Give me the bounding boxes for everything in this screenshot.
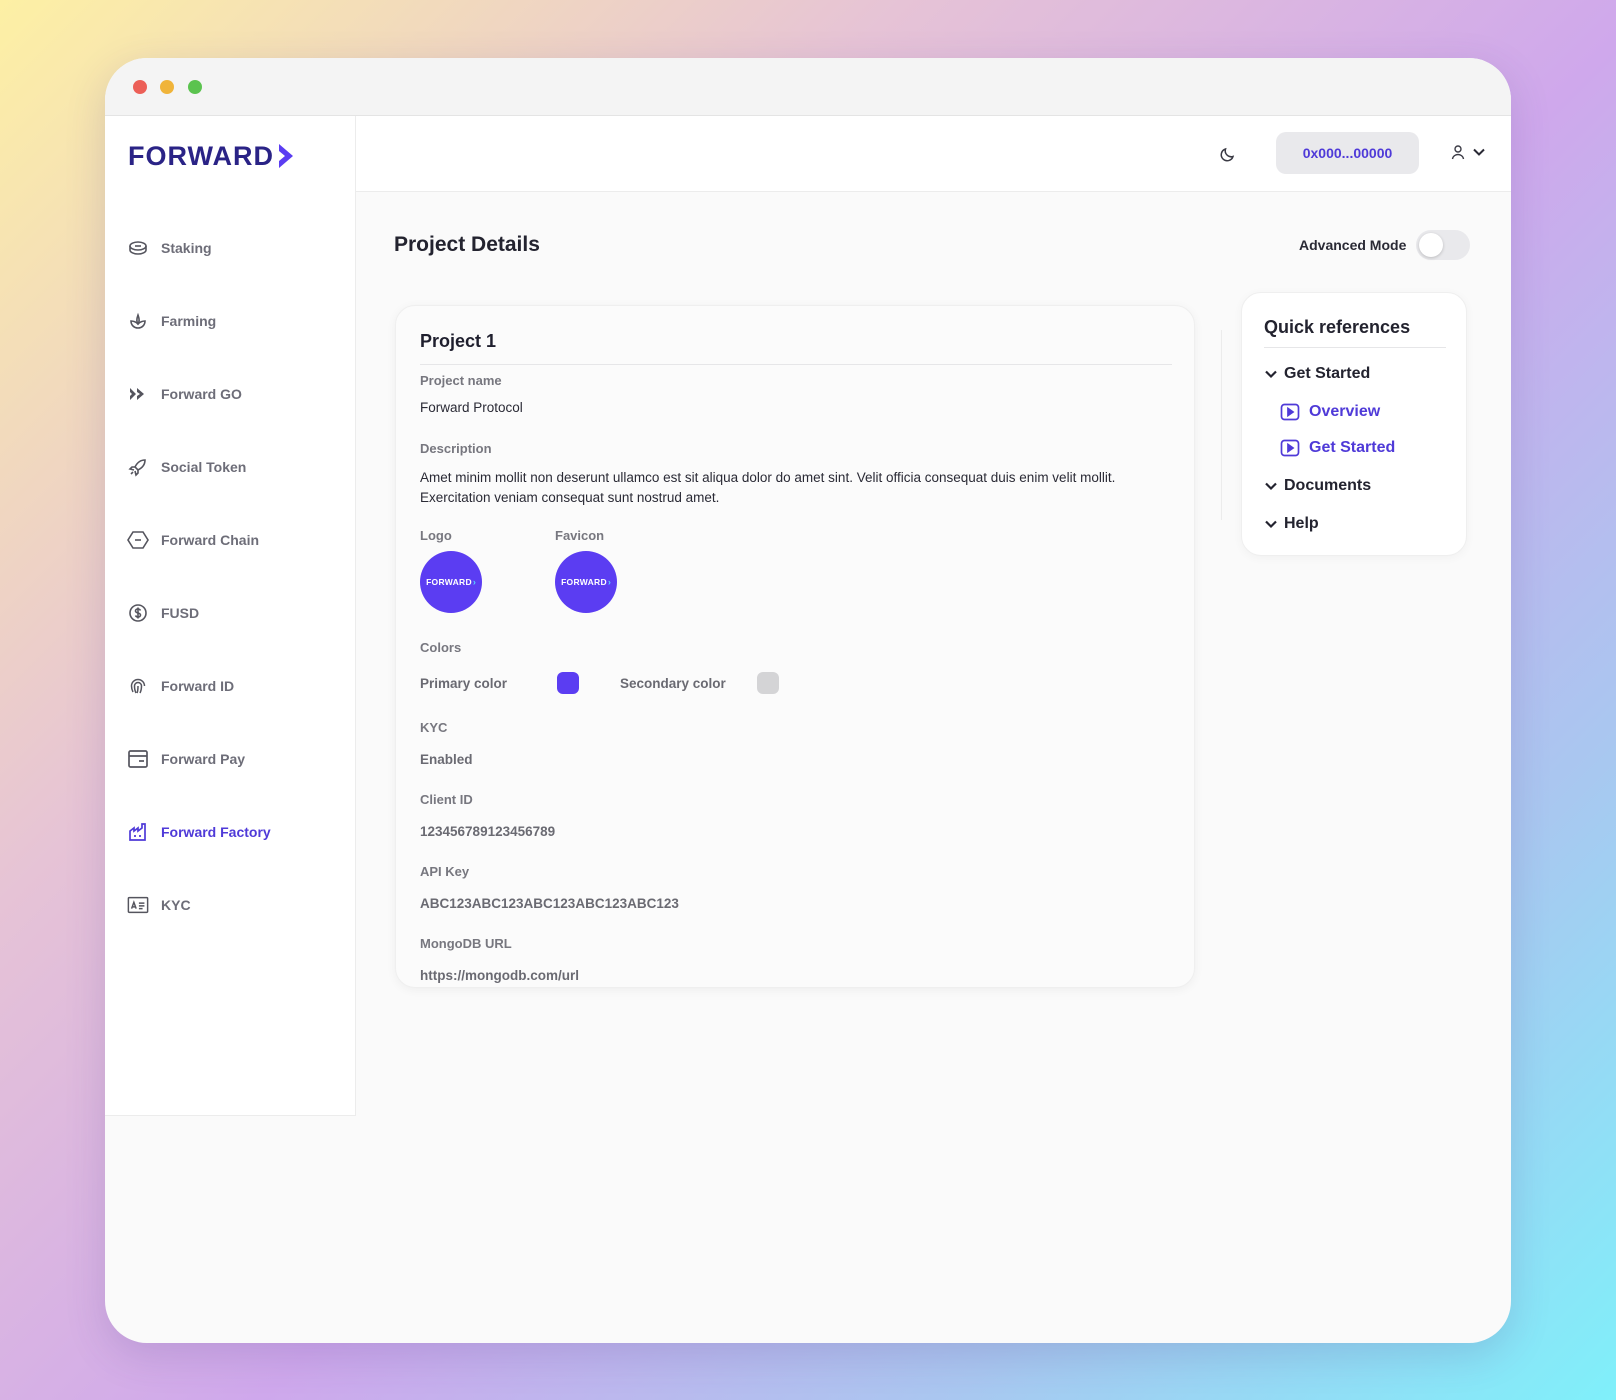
mongodb-url-label: MongoDB URL [420,936,512,951]
chain-link-icon [127,529,149,551]
sidebar-item-social-token[interactable]: Social Token [127,453,246,481]
fingerprint-icon [127,675,149,697]
chevron-down-icon [1265,370,1277,379]
project-name-label: Project name [420,373,502,388]
sidebar-item-label: FUSD [161,605,200,621]
project-name-value: Forward Protocol [420,400,523,415]
app-window: FORWARD Staking Farming Forward GO Socia… [105,58,1511,1343]
chevron-down-icon [1265,520,1277,529]
sidebar-item-label: Forward ID [161,678,235,694]
sidebar-item-forward-id[interactable]: Forward ID [127,672,234,700]
api-key-label: API Key [420,864,470,879]
window-titlebar [105,58,1511,116]
sidebar-item-kyc[interactable]: KYC [127,891,191,919]
qref-link-label: Get Started [1309,439,1396,456]
qref-section-label: Documents [1284,477,1372,494]
sidebar-item-label: KYC [161,897,191,913]
sidebar-item-label: Forward GO [161,386,242,402]
sidebar-item-staking[interactable]: Staking [127,234,212,262]
double-chevron-icon [127,383,149,405]
brand-logo[interactable]: FORWARD [128,140,296,172]
primary-color-swatch [557,672,579,694]
factory-icon [127,821,149,843]
chevron-down-icon [1473,148,1485,156]
sidebar-item-label: Staking [161,240,212,256]
secondary-color-label: Secondary color [620,676,726,691]
advanced-mode-control: Advanced Mode [1299,230,1471,260]
sidebar: FORWARD Staking Farming Forward GO Socia… [105,116,356,1116]
logo-text: FORWARD [426,577,472,587]
minimize-window-button[interactable] [160,80,174,94]
divider [1264,347,1446,348]
sidebar-item-fusd[interactable]: FUSD [127,599,199,627]
page-title: Project Details [394,233,540,256]
qref-link-overview[interactable]: Overview [1280,403,1380,421]
project-title: Project 1 [420,331,497,351]
dollar-coin-icon [127,602,149,624]
rocket-icon [127,456,149,478]
toggle-knob [1419,233,1444,257]
client-id-value: 123456789123456789 [420,824,556,839]
project-favicon-image: FORWARD › [555,551,617,613]
favicon-text: FORWARD [561,577,607,587]
qref-section-documents[interactable]: Documents [1264,477,1371,495]
advanced-mode-label: Advanced Mode [1299,237,1407,253]
advanced-mode-toggle[interactable] [1416,230,1471,260]
mongodb-url-value: https://mongodb.com/url [420,968,579,983]
user-icon [1451,145,1465,160]
qref-section-label: Get Started [1284,365,1371,382]
user-menu[interactable] [1450,144,1486,160]
sidebar-item-label: Forward Pay [161,751,246,767]
sidebar-item-forward-go[interactable]: Forward GO [127,380,242,408]
video-play-icon [1280,403,1300,421]
primary-color-label: Primary color [420,676,508,691]
client-id-label: Client ID [420,792,473,807]
vertical-divider [1221,330,1222,520]
divider [420,364,1172,365]
qref-section-help[interactable]: Help [1264,515,1319,533]
project-card: Project 1 Project name Forward Protocol … [395,305,1195,988]
top-bar: 0x000...00000 [356,116,1511,192]
video-play-icon [1280,439,1300,457]
description-label: Description [420,441,492,456]
wallet-card-icon [127,748,149,770]
close-window-button[interactable] [133,80,147,94]
sidebar-item-farming[interactable]: Farming [127,307,216,335]
quick-references-title: Quick references [1264,317,1411,337]
chevron-right-icon: › [472,577,476,587]
qref-link-label: Overview [1309,403,1381,420]
id-card-icon [127,894,149,916]
maximize-window-button[interactable] [188,80,202,94]
coin-stack-icon [127,237,149,259]
brand-chevron-icon [279,144,293,168]
chevron-down-icon [1265,482,1277,491]
quick-references-panel: Quick references Get Started Overview Ge… [1241,292,1467,556]
wallet-address-button[interactable]: 0x000...00000 [1276,132,1419,174]
sidebar-item-forward-chain[interactable]: Forward Chain [127,526,259,554]
logo-label: Logo [420,528,452,543]
chevron-right-icon: › [607,577,611,587]
kyc-label: KYC [420,720,448,735]
secondary-color-swatch [757,672,779,694]
sidebar-item-forward-factory[interactable]: Forward Factory [127,818,271,846]
brand-name: FORWARD [128,140,274,171]
sidebar-item-label: Forward Chain [161,532,260,548]
kyc-value: Enabled [420,752,473,767]
qref-link-get-started[interactable]: Get Started [1280,439,1395,457]
description-value: Amet minim mollit non deserunt ullamco e… [420,470,1116,505]
qref-section-get-started[interactable]: Get Started [1264,365,1370,383]
sidebar-item-forward-pay[interactable]: Forward Pay [127,745,245,773]
project-logo-image: FORWARD › [420,551,482,613]
favicon-label: Favicon [555,528,605,543]
dark-mode-moon-icon[interactable] [1218,144,1238,164]
sidebar-item-label: Farming [161,313,217,329]
api-key-value: ABC123ABC123ABC123ABC123ABC123 [420,896,679,911]
colors-label: Colors [420,640,462,655]
qref-section-label: Help [1284,515,1319,532]
sidebar-item-label: Social Token [161,459,247,475]
sprout-icon [127,310,149,332]
sidebar-item-label: Forward Factory [161,824,271,840]
